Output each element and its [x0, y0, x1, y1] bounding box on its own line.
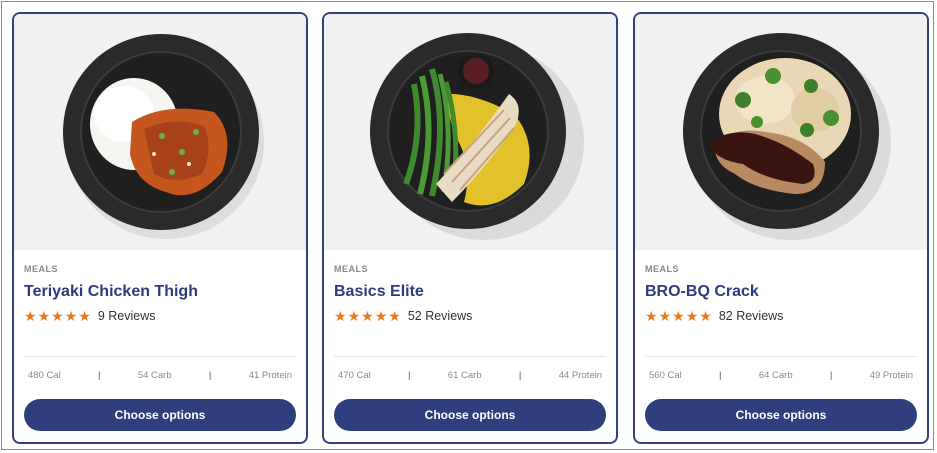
- star-icon: ★: [645, 308, 658, 324]
- star-icon: ★: [347, 308, 361, 324]
- product-title[interactable]: Basics Elite: [334, 283, 424, 301]
- carbs: 54 Carb: [137, 369, 172, 381]
- star-icon: ★: [699, 308, 712, 324]
- separator: |: [518, 369, 522, 381]
- rating-row[interactable]: ★ ★ ★ ★ ★ 52 Reviews: [334, 308, 472, 324]
- star-icon: ★: [78, 308, 91, 324]
- star-icon: ★: [37, 308, 51, 324]
- star-icon: ★: [24, 308, 37, 324]
- review-count: 82 Reviews: [718, 309, 784, 323]
- review-count: 52 Reviews: [407, 309, 473, 323]
- star-icon: ★: [51, 308, 64, 324]
- protein: 44 Protein: [558, 369, 602, 381]
- divider: [645, 356, 917, 357]
- calories: 560 Cal: [649, 369, 682, 381]
- product-category: MEALS: [24, 264, 58, 274]
- rating-row[interactable]: ★ ★ ★ ★ ★ 9 Reviews: [24, 308, 155, 324]
- product-card[interactable]: MEALS Teriyaki Chicken Thigh ★ ★ ★ ★ ★ 9…: [12, 12, 308, 444]
- star-icon: ★: [361, 308, 374, 324]
- protein: 49 Protein: [869, 369, 913, 381]
- divider: [24, 356, 296, 357]
- calories: 470 Cal: [338, 369, 371, 381]
- separator: |: [208, 369, 212, 381]
- product-image[interactable]: [635, 14, 927, 250]
- star-icon: ★: [334, 308, 347, 324]
- divider: [334, 356, 606, 357]
- product-card[interactable]: MEALS Basics Elite ★ ★ ★ ★ ★ 52 Reviews …: [322, 12, 618, 444]
- star-icon: ★: [388, 308, 401, 324]
- product-image[interactable]: [14, 14, 306, 250]
- product-category: MEALS: [334, 264, 368, 274]
- nutrition-row: 560 Cal | 64 Carb | 49 Protein: [649, 368, 913, 382]
- star-icon: ★: [658, 308, 672, 324]
- carbs: 64 Carb: [758, 369, 793, 381]
- nutrition-row: 470 Cal | 61 Carb | 44 Protein: [338, 368, 602, 382]
- carbs: 61 Carb: [447, 369, 482, 381]
- teriyaki-chicken-plate-image: [63, 34, 264, 239]
- basics-elite-plate-image: [370, 33, 584, 240]
- rating-row[interactable]: ★ ★ ★ ★ ★ 82 Reviews: [645, 308, 783, 324]
- product-card[interactable]: MEALS BRO-BQ Crack ★ ★ ★ ★ ★ 82 Reviews …: [633, 12, 929, 444]
- choose-options-button[interactable]: Choose options: [24, 399, 296, 431]
- star-icon: ★: [64, 308, 78, 324]
- choose-options-button[interactable]: Choose options: [645, 399, 917, 431]
- separator: |: [719, 369, 722, 381]
- choose-options-button[interactable]: Choose options: [334, 399, 606, 431]
- review-count: 9 Reviews: [97, 309, 156, 323]
- bro-bq-crack-plate-image: [683, 33, 891, 240]
- product-category: MEALS: [645, 264, 679, 274]
- separator: |: [408, 369, 411, 381]
- nutrition-row: 480 Cal | 54 Carb | 41 Protein: [28, 368, 292, 382]
- protein: 41 Protein: [248, 369, 292, 381]
- star-icon: ★: [374, 308, 388, 324]
- star-icon: ★: [685, 308, 699, 324]
- star-icon: ★: [672, 308, 685, 324]
- product-image[interactable]: [324, 14, 616, 250]
- product-title[interactable]: Teriyaki Chicken Thigh: [24, 283, 198, 301]
- separator: |: [98, 369, 101, 381]
- product-title[interactable]: BRO-BQ Crack: [645, 283, 759, 301]
- calories: 480 Cal: [28, 369, 61, 381]
- separator: |: [829, 369, 833, 381]
- product-grid: MEALS Teriyaki Chicken Thigh ★ ★ ★ ★ ★ 9…: [1, 1, 934, 450]
